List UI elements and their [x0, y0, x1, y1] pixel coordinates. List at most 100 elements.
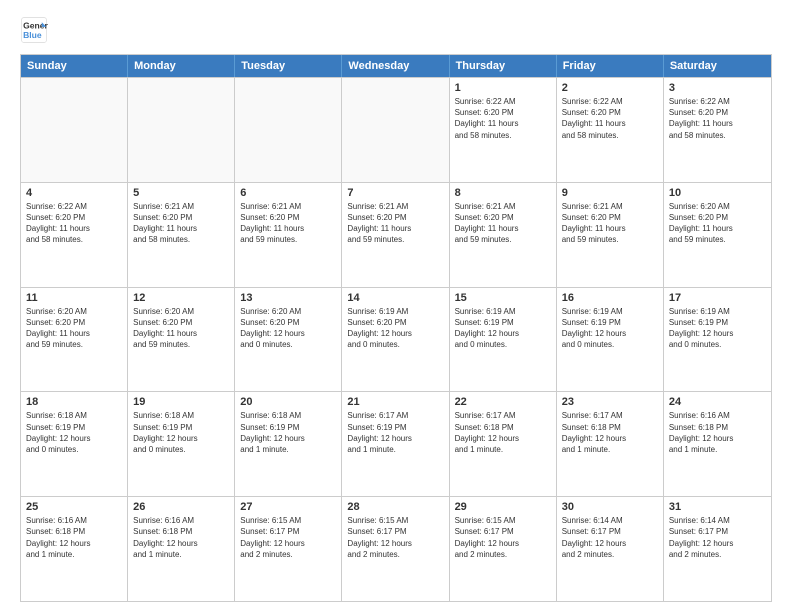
cell-info: Sunrise: 6:17 AM Sunset: 6:18 PM Dayligh…: [455, 410, 551, 455]
cal-cell-14: 14Sunrise: 6:19 AM Sunset: 6:20 PM Dayli…: [342, 288, 449, 392]
cal-cell-29: 29Sunrise: 6:15 AM Sunset: 6:17 PM Dayli…: [450, 497, 557, 601]
day-number: 9: [562, 187, 658, 199]
day-number: 28: [347, 501, 443, 513]
calendar: SundayMondayTuesdayWednesdayThursdayFrid…: [20, 54, 772, 602]
cell-info: Sunrise: 6:20 AM Sunset: 6:20 PM Dayligh…: [669, 201, 766, 246]
cell-info: Sunrise: 6:21 AM Sunset: 6:20 PM Dayligh…: [133, 201, 229, 246]
day-number: 1: [455, 82, 551, 94]
cell-info: Sunrise: 6:14 AM Sunset: 6:17 PM Dayligh…: [562, 515, 658, 560]
cal-cell-empty-1: [128, 78, 235, 182]
cell-info: Sunrise: 6:21 AM Sunset: 6:20 PM Dayligh…: [240, 201, 336, 246]
cal-cell-3: 3 Sunrise: 6:22 AM Sunset: 6:20 PM Daylig…: [664, 78, 771, 182]
cal-cell-27: 27 Sunrise: 6:15 AM Sunset: 6:17 PM Dayli…: [235, 497, 342, 601]
day-number: 2: [562, 82, 658, 94]
cell-info: Sunrise: 6:18 AM Sunset: 6:19 PM Dayligh…: [240, 410, 336, 455]
cell-info: Sunrise: 6:15 AM Sunset: 6:17 PM Dayligh…: [240, 515, 336, 560]
calendar-header: SundayMondayTuesdayWednesdayThursdayFrid…: [21, 55, 771, 77]
header-day-monday: Monday: [128, 55, 235, 77]
cal-cell-31: 31 Sunrise: 6:14 AM Sunset: 6:17 PM Dayli…: [664, 497, 771, 601]
cal-cell-16: 16 Sunrise: 6:19 AM Sunset: 6:19 PM Dayli…: [557, 288, 664, 392]
cal-cell-13: 13Sunrise: 6:20 AM Sunset: 6:20 PM Dayli…: [235, 288, 342, 392]
day-number: 16: [562, 292, 658, 304]
day-number: 26: [133, 501, 229, 513]
cell-info: Sunrise: 6:22 AM Sunset: 6:20 PM Dayligh…: [455, 96, 551, 141]
day-number: 17: [669, 292, 766, 304]
cal-cell-1: 1 Sunrise: 6:22 AM Sunset: 6:20 PM Daylig…: [450, 78, 557, 182]
day-number: 3: [669, 82, 766, 94]
day-number: 20: [240, 396, 336, 408]
cell-info: Sunrise: 6:17 AM Sunset: 6:19 PM Dayligh…: [347, 410, 443, 455]
cal-cell-26: 26 Sunrise: 6:16 AM Sunset: 6:18 PM Dayli…: [128, 497, 235, 601]
header-day-tuesday: Tuesday: [235, 55, 342, 77]
cell-info: Sunrise: 6:16 AM Sunset: 6:18 PM Dayligh…: [26, 515, 122, 560]
day-number: 30: [562, 501, 658, 513]
day-number: 10: [669, 187, 766, 199]
cell-info: Sunrise: 6:21 AM Sunset: 6:20 PM Dayligh…: [347, 201, 443, 246]
cell-info: Sunrise: 6:20 AM Sunset: 6:20 PM Dayligh…: [133, 306, 229, 351]
cal-cell-24: 24 Sunrise: 6:16 AM Sunset: 6:18 PM Dayli…: [664, 392, 771, 496]
cell-info: Sunrise: 6:22 AM Sunset: 6:20 PM Dayligh…: [669, 96, 766, 141]
cal-cell-18: 18 Sunrise: 6:18 AM Sunset: 6:19 PM Dayli…: [21, 392, 128, 496]
cal-cell-2: 2 Sunrise: 6:22 AM Sunset: 6:20 PM Daylig…: [557, 78, 664, 182]
day-number: 21: [347, 396, 443, 408]
day-number: 8: [455, 187, 551, 199]
day-number: 19: [133, 396, 229, 408]
calendar-body: 1 Sunrise: 6:22 AM Sunset: 6:20 PM Daylig…: [21, 77, 771, 601]
day-number: 31: [669, 501, 766, 513]
day-number: 12: [133, 292, 229, 304]
header: General Blue: [20, 16, 772, 44]
cal-cell-empty-2: [235, 78, 342, 182]
cal-cell-8: 8 Sunrise: 6:21 AM Sunset: 6:20 PM Daylig…: [450, 183, 557, 287]
cal-cell-empty-0: [21, 78, 128, 182]
header-day-friday: Friday: [557, 55, 664, 77]
day-number: 27: [240, 501, 336, 513]
cell-info: Sunrise: 6:14 AM Sunset: 6:17 PM Dayligh…: [669, 515, 766, 560]
header-day-wednesday: Wednesday: [342, 55, 449, 77]
day-number: 15: [455, 292, 551, 304]
cell-info: Sunrise: 6:16 AM Sunset: 6:18 PM Dayligh…: [133, 515, 229, 560]
day-number: 25: [26, 501, 122, 513]
cell-info: Sunrise: 6:18 AM Sunset: 6:19 PM Dayligh…: [133, 410, 229, 455]
header-day-thursday: Thursday: [450, 55, 557, 77]
cell-info: Sunrise: 6:19 AM Sunset: 6:19 PM Dayligh…: [669, 306, 766, 351]
day-number: 18: [26, 396, 122, 408]
cal-cell-7: 7 Sunrise: 6:21 AM Sunset: 6:20 PM Daylig…: [342, 183, 449, 287]
cal-cell-25: 25 Sunrise: 6:16 AM Sunset: 6:18 PM Dayli…: [21, 497, 128, 601]
cell-info: Sunrise: 6:21 AM Sunset: 6:20 PM Dayligh…: [455, 201, 551, 246]
cell-info: Sunrise: 6:16 AM Sunset: 6:18 PM Dayligh…: [669, 410, 766, 455]
cal-cell-15: 15Sunrise: 6:19 AM Sunset: 6:19 PM Dayli…: [450, 288, 557, 392]
day-number: 7: [347, 187, 443, 199]
day-number: 22: [455, 396, 551, 408]
week-4: 18 Sunrise: 6:18 AM Sunset: 6:19 PM Dayli…: [21, 391, 771, 496]
day-number: 14: [347, 292, 443, 304]
page: General Blue SundayMondayTuesdayWednesda…: [0, 0, 792, 612]
header-day-saturday: Saturday: [664, 55, 771, 77]
week-5: 25 Sunrise: 6:16 AM Sunset: 6:18 PM Dayli…: [21, 496, 771, 601]
day-number: 13: [240, 292, 336, 304]
cell-info: Sunrise: 6:22 AM Sunset: 6:20 PM Dayligh…: [26, 201, 122, 246]
cal-cell-30: 30 Sunrise: 6:14 AM Sunset: 6:17 PM Dayli…: [557, 497, 664, 601]
day-number: 11: [26, 292, 122, 304]
cell-info: Sunrise: 6:18 AM Sunset: 6:19 PM Dayligh…: [26, 410, 122, 455]
day-number: 24: [669, 396, 766, 408]
cal-cell-4: 4 Sunrise: 6:22 AM Sunset: 6:20 PM Daylig…: [21, 183, 128, 287]
cal-cell-6: 6 Sunrise: 6:21 AM Sunset: 6:20 PM Daylig…: [235, 183, 342, 287]
cal-cell-10: 10 Sunrise: 6:20 AM Sunset: 6:20 PM Dayli…: [664, 183, 771, 287]
cell-info: Sunrise: 6:21 AM Sunset: 6:20 PM Dayligh…: [562, 201, 658, 246]
cell-info: Sunrise: 6:20 AM Sunset: 6:20 PM Dayligh…: [26, 306, 122, 351]
cell-info: Sunrise: 6:19 AM Sunset: 6:19 PM Dayligh…: [562, 306, 658, 351]
cal-cell-21: 21 Sunrise: 6:17 AM Sunset: 6:19 PM Dayli…: [342, 392, 449, 496]
cal-cell-11: 11 Sunrise: 6:20 AM Sunset: 6:20 PM Dayli…: [21, 288, 128, 392]
day-number: 6: [240, 187, 336, 199]
cell-info: Sunrise: 6:15 AM Sunset: 6:17 PM Dayligh…: [347, 515, 443, 560]
svg-text:Blue: Blue: [23, 30, 42, 40]
header-day-sunday: Sunday: [21, 55, 128, 77]
cell-info: Sunrise: 6:22 AM Sunset: 6:20 PM Dayligh…: [562, 96, 658, 141]
cal-cell-22: 22 Sunrise: 6:17 AM Sunset: 6:18 PM Dayli…: [450, 392, 557, 496]
day-number: 5: [133, 187, 229, 199]
cal-cell-28: 28 Sunrise: 6:15 AM Sunset: 6:17 PM Dayli…: [342, 497, 449, 601]
day-number: 4: [26, 187, 122, 199]
logo: General Blue: [20, 16, 52, 44]
cal-cell-20: 20 Sunrise: 6:18 AM Sunset: 6:19 PM Dayli…: [235, 392, 342, 496]
cal-cell-19: 19 Sunrise: 6:18 AM Sunset: 6:19 PM Dayli…: [128, 392, 235, 496]
